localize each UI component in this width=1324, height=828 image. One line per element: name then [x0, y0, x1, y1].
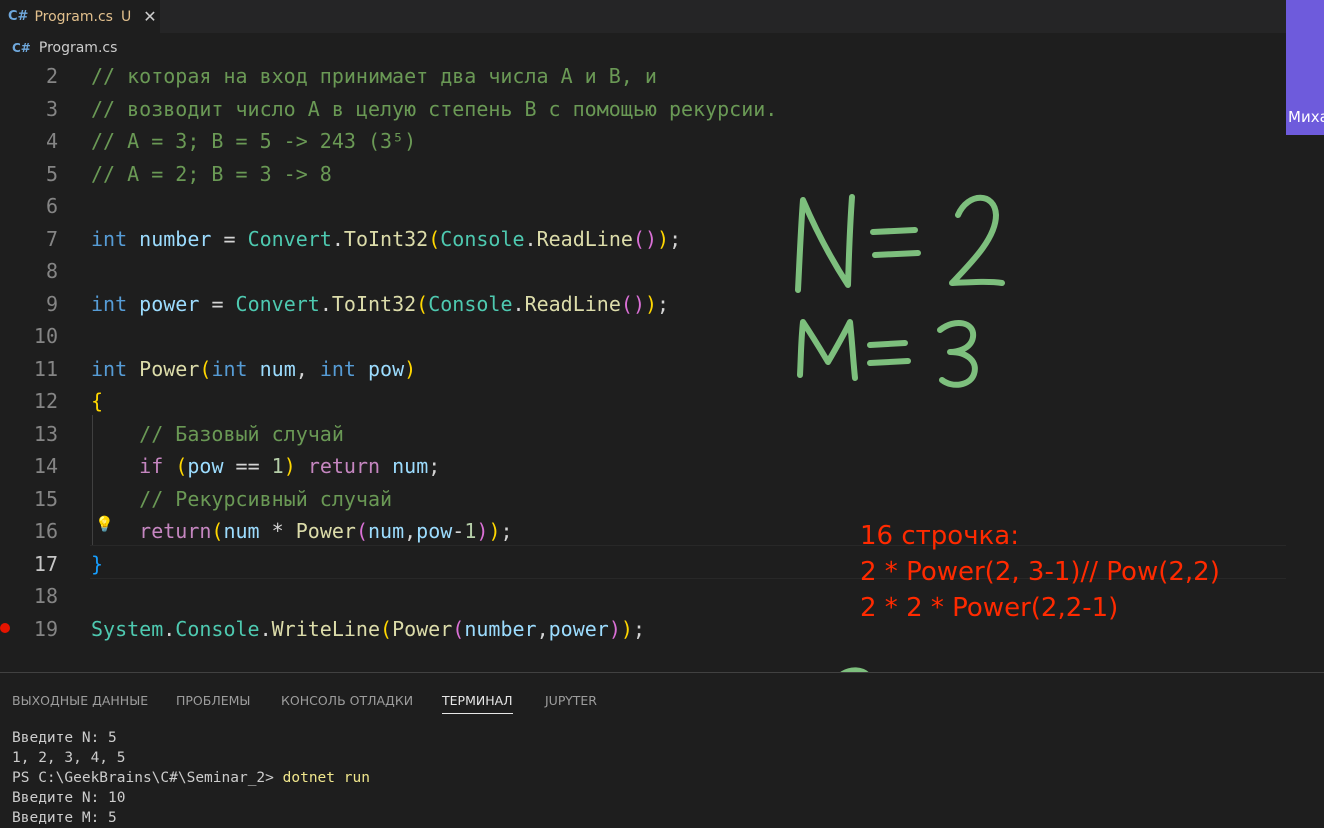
code-line[interactable]: 10: [0, 320, 1286, 352]
video-participant-tile: Миха: [1286, 0, 1324, 135]
code-text: if (pow == 1) return num;: [139, 454, 441, 478]
csharp-file-icon: C#: [12, 41, 31, 55]
code-line[interactable]: 6: [0, 190, 1286, 222]
code-text: {: [91, 389, 104, 413]
red-note-line-1: 16 строчка:: [860, 521, 1019, 551]
code-line[interactable]: 8: [0, 255, 1286, 287]
line-number: 13: [33, 421, 58, 446]
breadcrumb-label: Program.cs: [38, 40, 118, 56]
code-text: // A = 3; B = 5 -> 243 (3⁵): [91, 129, 417, 153]
tab-problems[interactable]: ПРОБЛЕМЫ: [176, 693, 250, 708]
terminal-output[interactable]: Введите N: 5 1, 2, 3, 4, 5 PS C:\GeekBra…: [12, 728, 370, 828]
code-text: System.Console.WriteLine(Power(number,po…: [91, 616, 645, 641]
code-text: // Рекурсивный случай: [139, 486, 393, 511]
terminal-line: Введите N: 10: [12, 790, 126, 806]
terminal-prompt: PS C:\GeekBrains\C#\Seminar_2>: [12, 770, 283, 786]
tab-program-cs[interactable]: C# Program.cs U ✕: [0, 0, 160, 33]
tab-jupyter[interactable]: JUPYTER: [545, 693, 597, 708]
csharp-file-icon: C#: [8, 9, 29, 24]
code-line[interactable]: 3 // возводит число A в целую степень B с…: [0, 93, 1286, 125]
code-text: return(num * Power(num,pow-1));: [139, 519, 513, 543]
line-number: 11: [33, 356, 58, 381]
code-text: // A = 2; B = 3 -> 8: [91, 161, 332, 186]
line-number: 16: [33, 519, 58, 543]
line-number: 8: [45, 259, 58, 283]
line-number: 4: [45, 129, 58, 153]
terminal-line: 1, 2, 3, 4, 5: [12, 750, 126, 766]
line-number: 14: [33, 454, 58, 478]
line-number: 5: [45, 161, 58, 186]
red-note-line-2: 2 * Power(2, 3-1)// Pow(2,2): [860, 557, 1220, 587]
tab-debug-console[interactable]: КОНСОЛЬ ОТЛАДКИ: [281, 693, 413, 708]
code-text: // Базовый случай: [139, 421, 344, 446]
close-icon[interactable]: ✕: [143, 7, 156, 26]
line-number: 7: [45, 226, 58, 251]
code-line[interactable]: 5 // A = 2; B = 3 -> 8: [0, 158, 1286, 190]
line-number: 10: [33, 324, 58, 348]
editor-tab-bar: C# Program.cs U ✕: [0, 0, 1286, 33]
untracked-badge: U: [120, 8, 132, 25]
code-line[interactable]: 11 int Power(int num, int pow): [0, 353, 1286, 385]
tab-label: Program.cs: [34, 8, 113, 25]
code-line[interactable]: 9 int power = Convert.ToInt32(Console.Rea…: [0, 288, 1286, 320]
code-text: }: [91, 551, 104, 576]
line-number: 2: [45, 64, 58, 88]
line-number: 12: [33, 389, 58, 413]
line-number: 19: [33, 616, 58, 641]
line-number: 15: [33, 486, 58, 511]
code-line[interactable]: 13 // Базовый случай: [0, 418, 1286, 450]
code-text: int Power(int num, int pow): [91, 356, 417, 381]
terminal-command: dotnet run: [282, 770, 370, 786]
participant-name: Миха: [1288, 108, 1324, 126]
bottom-panel: ВЫХОДНЫЕ ДАННЫЕ ПРОБЛЕМЫ КОНСОЛЬ ОТЛАДКИ…: [0, 672, 1324, 826]
code-line[interactable]: 12 {: [0, 385, 1286, 417]
code-line[interactable]: 7 int number = Convert.ToInt32(Console.Re…: [0, 223, 1286, 255]
terminal-line: Введите M: 5: [12, 810, 117, 826]
code-line[interactable]: 16 return(num * Power(num,pow-1));: [0, 515, 1286, 547]
line-number: 3: [45, 96, 58, 121]
line-number: 6: [45, 194, 58, 218]
tab-output[interactable]: ВЫХОДНЫЕ ДАННЫЕ: [12, 693, 148, 708]
breadcrumb[interactable]: C# Program.cs: [0, 33, 1286, 63]
red-note-line-3: 2 * 2 * Power(2,2-1): [860, 593, 1119, 623]
code-text: // возводит число A в целую степень B с …: [91, 96, 778, 121]
panel-tabs: ВЫХОДНЫЕ ДАННЫЕ ПРОБЛЕМЫ КОНСОЛЬ ОТЛАДКИ…: [0, 673, 1324, 729]
code-line[interactable]: 15 // Рекурсивный случай: [0, 483, 1286, 515]
code-line[interactable]: 4 // A = 3; B = 5 -> 243 (3⁵): [0, 125, 1286, 157]
terminal-line: Введите N: 5: [12, 730, 117, 746]
code-text: int power = Convert.ToInt32(Console.Read…: [91, 291, 670, 316]
line-number: 9: [45, 291, 58, 316]
code-text: // которая на вход принимает два числа A…: [91, 64, 657, 88]
code-text: int number = Convert.ToInt32(Console.Rea…: [91, 226, 682, 251]
line-number: 17: [33, 551, 58, 576]
tab-terminal[interactable]: ТЕРМИНАЛ: [442, 693, 513, 714]
code-line[interactable]: 14 if (pow == 1) return num;: [0, 450, 1286, 482]
code-line[interactable]: 2 // которая на вход принимает два числа …: [0, 60, 1286, 92]
line-number: 18: [33, 584, 58, 608]
